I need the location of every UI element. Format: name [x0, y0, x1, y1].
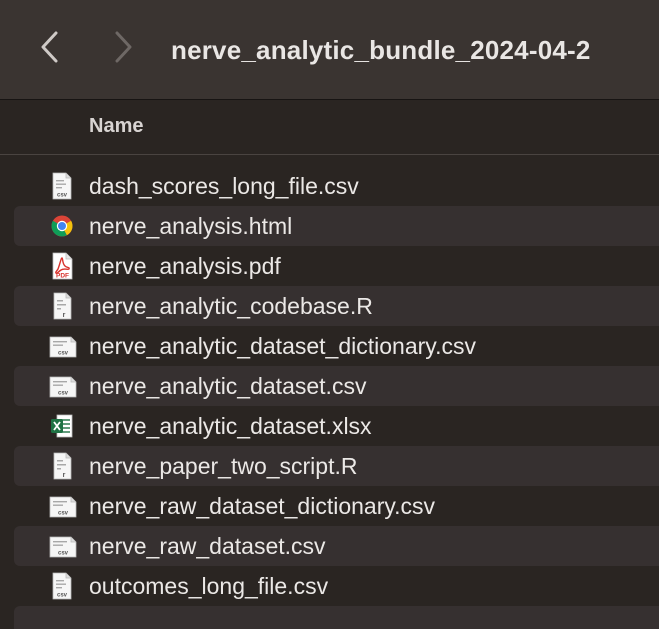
pdf-file-icon: PDF	[49, 252, 75, 280]
file-name: outcomes_long_file.csv	[89, 573, 329, 599]
file-row[interactable]: csv nerve_raw_dataset_dictionary.csv	[14, 486, 659, 526]
file-row[interactable]: r nerve_paper_two_script.R	[14, 446, 659, 486]
excel-file-icon	[49, 412, 75, 440]
file-name: nerve_raw_dataset.csv	[89, 533, 326, 559]
svg-text:csv: csv	[58, 551, 69, 557]
file-name: nerve_paper_two_script.R	[89, 453, 358, 479]
svg-text:csv: csv	[58, 351, 69, 357]
empty-row	[14, 606, 659, 629]
csv-file-icon: csv	[49, 532, 77, 560]
file-name: nerve_analytic_dataset.csv	[89, 373, 367, 399]
forward-button[interactable]	[103, 26, 143, 68]
file-row[interactable]: nerve_analysis.html	[14, 206, 659, 246]
name-column-header[interactable]: Name	[89, 114, 143, 138]
file-row[interactable]: nerve_analytic_dataset.xlsx	[14, 406, 659, 446]
svg-text:r: r	[63, 472, 66, 479]
file-name: nerve_analytic_dataset.xlsx	[89, 413, 372, 439]
csv-file-icon: csv	[49, 572, 75, 600]
file-row[interactable]: PDF nerve_analysis.pdf	[14, 246, 659, 286]
window-title: nerve_analytic_bundle_2024-04-2	[171, 35, 591, 65]
back-button[interactable]	[30, 26, 70, 68]
file-name: dash_scores_long_file.csv	[89, 173, 359, 199]
svg-text:csv: csv	[58, 391, 69, 397]
toolbar: nerve_analytic_bundle_2024-04-2	[0, 0, 659, 100]
csv-file-icon: csv	[49, 372, 77, 400]
finder-window: nerve_analytic_bundle_2024-04-2 Name csv…	[0, 0, 659, 629]
csv-file-icon: csv	[49, 332, 77, 360]
svg-text:csv: csv	[58, 511, 69, 517]
svg-text:csv: csv	[57, 193, 68, 199]
file-name: nerve_raw_dataset_dictionary.csv	[89, 493, 436, 519]
column-header: Name	[0, 100, 659, 155]
file-list: csv dash_scores_long_file.csv nerve_analys…	[0, 166, 659, 629]
chrome-html-icon	[49, 212, 75, 240]
chevron-left-icon	[41, 31, 58, 63]
svg-text:r: r	[63, 312, 66, 319]
csv-file-icon: csv	[49, 172, 75, 200]
svg-text:csv: csv	[57, 593, 68, 599]
file-name: nerve_analysis.pdf	[89, 253, 281, 279]
file-name: nerve_analytic_dataset_dictionary.csv	[89, 333, 476, 359]
file-row[interactable]: csv nerve_analytic_dataset_dictionary.csv	[14, 326, 659, 366]
csv-file-icon: csv	[49, 492, 77, 520]
r-file-icon: r	[49, 292, 75, 320]
chevron-right-icon	[115, 31, 132, 63]
file-name: nerve_analysis.html	[89, 213, 293, 239]
file-row[interactable]: csv nerve_analytic_dataset.csv	[14, 366, 659, 406]
file-row[interactable]: csv nerve_raw_dataset.csv	[14, 526, 659, 566]
r-file-icon: r	[49, 452, 75, 480]
file-row[interactable]: csv dash_scores_long_file.csv	[14, 166, 659, 206]
file-row[interactable]: r nerve_analytic_codebase.R	[14, 286, 659, 326]
svg-text:PDF: PDF	[56, 273, 69, 280]
file-name: nerve_analytic_codebase.R	[89, 293, 373, 319]
file-row[interactable]: csv outcomes_long_file.csv	[14, 566, 659, 606]
